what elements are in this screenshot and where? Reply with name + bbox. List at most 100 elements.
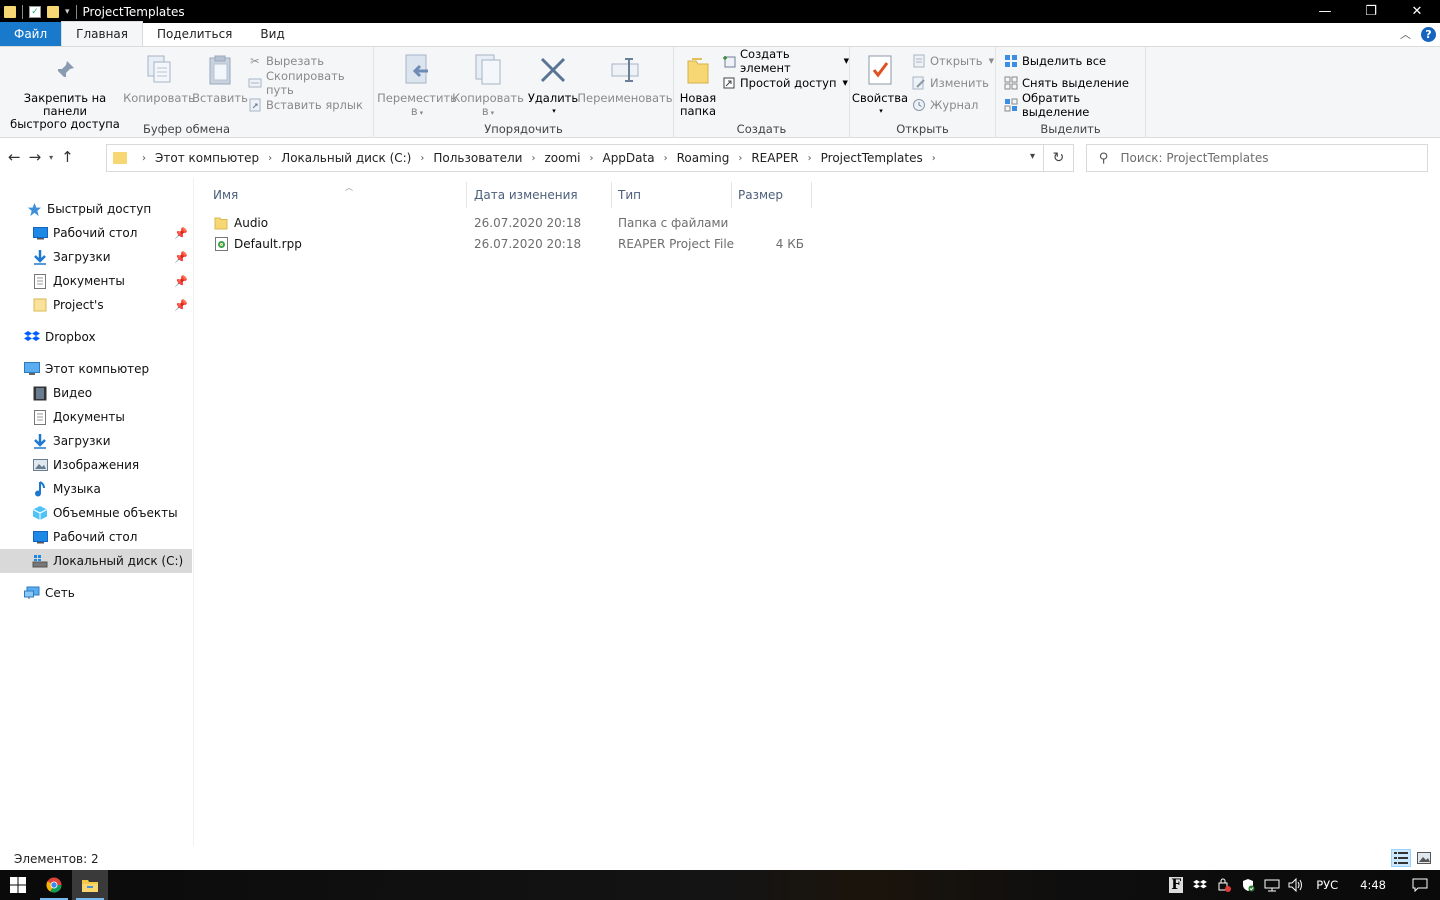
properties-button[interactable]: Свойства ▾ [852,52,908,118]
new-item-button[interactable]: Создать элемент ▼ [722,47,849,75]
chevron-right-icon[interactable]: › [420,153,424,164]
cut-button[interactable]: ✂ Вырезать [248,52,324,70]
new-folder-icon[interactable] [47,5,59,18]
chevron-right-icon[interactable]: › [932,153,936,164]
column-header-size[interactable]: Размер [732,182,812,208]
breadcrumb-projecttemplates[interactable]: ProjectTemplates [821,151,923,165]
sidebar-item-downloads[interactable]: Загрузки 📌 [0,245,192,269]
volume-icon[interactable] [1284,870,1308,900]
pin-icon[interactable]: 📌 [174,299,188,312]
chevron-right-icon[interactable]: › [808,153,812,164]
sidebar-item-pc-downloads[interactable]: Загрузки [0,429,192,453]
taskbar-explorer-button[interactable] [72,870,108,900]
back-arrow-icon[interactable]: ← [8,148,21,166]
breadcrumb-reaper[interactable]: REAPER [751,151,798,165]
refresh-button[interactable]: ↻ [1044,144,1074,172]
chevron-right-icon[interactable]: › [268,153,272,164]
sidebar-item-pc-documents[interactable]: Документы [0,405,192,429]
sidebar-item-quick-access[interactable]: Быстрый доступ [0,197,192,221]
sidebar-item-projects[interactable]: Project's 📌 [0,293,192,317]
file-row[interactable]: Default.rpp 26.07.2020 20:18 REAPER Proj… [210,233,1010,254]
sidebar-item-3d-objects[interactable]: Объемные объекты [0,501,192,525]
sidebar-item-dropbox[interactable]: Dropbox [0,325,192,349]
pin-icon[interactable]: 📌 [174,275,188,288]
taskbar: F РУС 4:48 [0,870,1440,900]
pin-icon[interactable]: 📌 [174,227,188,240]
maximize-button[interactable]: ❐ [1348,0,1394,23]
properties-icon[interactable]: ✓ [29,5,41,18]
pin-icon[interactable]: 📌 [174,251,188,264]
large-icons-view-button[interactable] [1414,849,1434,867]
search-input[interactable] [1120,151,1411,165]
defender-shield-icon[interactable] [1236,870,1260,900]
chevron-right-icon[interactable]: › [531,153,535,164]
chevron-right-icon[interactable]: › [738,153,742,164]
details-view-button[interactable] [1391,849,1411,867]
column-header-name[interactable]: ︿ Имя [207,182,467,208]
up-arrow-icon[interactable]: ↑ [61,148,74,166]
rename-button[interactable]: Переименовать [577,52,673,105]
column-header-type[interactable]: Тип [612,182,732,208]
address-bar[interactable]: › Этот компьютер › Локальный диск (C:) ›… [106,144,1044,172]
sidebar-item-desktop[interactable]: Рабочий стол 📌 [0,221,192,245]
column-header-date[interactable]: Дата изменения [468,182,612,208]
folder-icon[interactable] [4,5,16,18]
sidebar-item-videos[interactable]: Видео [0,381,192,405]
breadcrumb-this-pc[interactable]: Этот компьютер [155,151,259,165]
address-history-chevron-icon[interactable]: ▾ [1030,151,1035,162]
breadcrumb-appdata[interactable]: AppData [602,151,654,165]
chevron-right-icon[interactable]: › [142,153,146,164]
dropbox-icon[interactable] [1188,870,1212,900]
minimize-button[interactable]: — [1302,0,1348,23]
network-icon[interactable] [1260,870,1284,900]
sidebar-item-pc-desktop[interactable]: Рабочий стол [0,525,192,549]
paste-button[interactable]: Вставить [192,52,248,105]
breadcrumb-roaming[interactable]: Roaming [677,151,730,165]
tab-file[interactable]: Файл [0,22,62,46]
chevron-right-icon[interactable]: › [589,153,593,164]
sidebar-item-local-disk[interactable]: Локальный диск (C:) [0,549,192,573]
select-none-button[interactable]: Снять выделение [1004,74,1129,92]
search-box[interactable]: ⚲ [1086,144,1428,172]
copy-to-button[interactable]: Копировать в ▾ [452,52,524,120]
copy-path-button[interactable]: Скопировать путь [248,69,373,97]
sidebar-item-network[interactable]: Сеть [0,581,192,605]
font-app-icon[interactable]: F [1164,870,1188,900]
open-button[interactable]: Открыть ▼ [912,52,994,70]
chevron-right-icon[interactable]: › [664,153,668,164]
paste-shortcut-button[interactable]: Вставить ярлык [248,96,363,114]
sidebar-item-documents[interactable]: Документы 📌 [0,269,192,293]
edit-button[interactable]: Изменить [912,74,989,92]
recent-locations-icon[interactable]: ▾ [49,153,53,162]
pin-to-quick-access-button[interactable]: Закрепить на панели быстрого доступа [6,52,124,131]
collapse-ribbon-icon[interactable]: ︿ [1400,26,1411,42]
start-button[interactable] [0,870,36,900]
security-alert-icon[interactable] [1212,870,1236,900]
file-row[interactable]: Audio 26.07.2020 20:18 Папка с файлами [210,212,1010,233]
forward-arrow-icon[interactable]: → [29,148,42,166]
history-button[interactable]: Журнал [912,96,978,114]
tab-home[interactable]: Главная [61,21,143,46]
sidebar-item-this-pc[interactable]: Этот компьютер [0,357,192,381]
easy-access-button[interactable]: Простой доступ ▼ [722,74,848,92]
sidebar-item-music[interactable]: Музыка [0,477,192,501]
tab-view[interactable]: Вид [246,22,298,46]
sidebar-item-pictures[interactable]: Изображения [0,453,192,477]
invert-selection-button[interactable]: Обратить выделение [1004,91,1145,119]
language-indicator[interactable]: РУС [1308,878,1346,892]
tab-share[interactable]: Поделиться [143,22,246,46]
clock[interactable]: 4:48 [1346,878,1400,892]
move-to-button[interactable]: Переместить в ▾ [377,52,457,120]
help-icon[interactable]: ? [1421,26,1436,42]
breadcrumb-user[interactable]: zoomi [544,151,580,165]
new-folder-button[interactable]: Новая папка [678,52,718,118]
copy-button[interactable]: Копировать [123,52,195,105]
chevron-down-icon[interactable]: ▾ [65,7,70,17]
close-button[interactable]: ✕ [1394,0,1440,23]
taskbar-chrome-button[interactable] [36,870,72,900]
notifications-icon[interactable] [1400,870,1440,900]
select-all-button[interactable]: Выделить все [1004,52,1106,70]
breadcrumb-local-disk[interactable]: Локальный диск (C:) [281,151,411,165]
delete-button[interactable]: Удалить ▾ [526,52,580,118]
breadcrumb-users[interactable]: Пользователи [433,151,522,165]
